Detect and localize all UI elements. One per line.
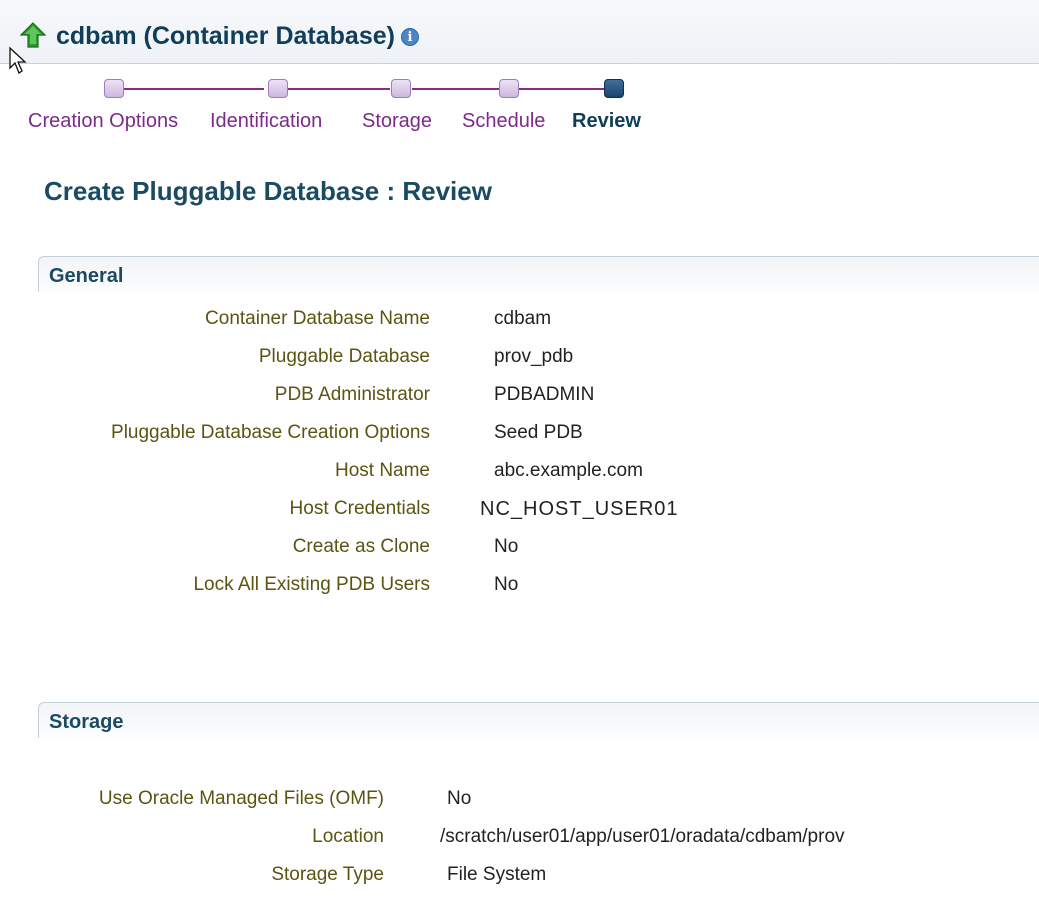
train-stop-review (604, 79, 624, 98)
train-stop-schedule[interactable] (499, 79, 519, 98)
header-bar: cdbam (Container Database) i (0, 0, 1039, 64)
field-label: Host Credentials (289, 498, 430, 519)
up-arrow-icon[interactable] (20, 22, 46, 48)
info-icon[interactable]: i (400, 28, 419, 47)
field-label: Location (312, 826, 384, 847)
storage-section-header: Storage (38, 702, 1039, 738)
field-value: NC_HOST_USER01 (480, 498, 679, 520)
page-header-title: cdbam (Container Database) (56, 22, 395, 50)
train-stop-identification[interactable] (268, 79, 288, 98)
train-connector (518, 88, 604, 90)
storage-section-title: Storage (49, 711, 124, 733)
page-header: cdbam (Container Database) i (56, 22, 419, 51)
train-current-review: Review (572, 110, 641, 132)
field-label: Host Name (334, 460, 430, 481)
field-value: No (494, 574, 519, 595)
field-value: prov_pdb (494, 346, 574, 367)
train-stop-storage[interactable] (391, 79, 411, 98)
field-label: Create as Clone (292, 536, 430, 557)
train-link-creation-options[interactable]: Creation Options (28, 110, 178, 133)
train-connector (124, 88, 264, 90)
field-label: Container Database Name (205, 308, 430, 329)
train-link-storage[interactable]: Storage (362, 110, 432, 133)
field-label: Pluggable Database Creation Options (111, 422, 430, 443)
train-connector (288, 88, 390, 90)
train-link-schedule[interactable]: Schedule (462, 110, 545, 133)
train-connector (412, 88, 500, 90)
field-value: Seed PDB (494, 422, 583, 443)
field-label: PDB Administrator (274, 384, 430, 405)
general-section-header: General (38, 256, 1039, 292)
field-value: PDBADMIN (494, 384, 595, 405)
field-value: File System (447, 864, 547, 885)
field-value: /scratch/user01/app/user01/oradata/cdbam… (440, 826, 845, 847)
general-section-title: General (49, 265, 124, 287)
field-label: Pluggable Database (258, 346, 430, 367)
page-title: Create Pluggable Database : Review (44, 176, 492, 206)
train-link-identification[interactable]: Identification (210, 110, 322, 133)
field-value: cdbam (494, 308, 552, 329)
wizard-train: Creation Options Identification Storage … (0, 72, 700, 142)
field-label: Use Oracle Managed Files (OMF) (98, 788, 384, 809)
field-label: Storage Type (271, 864, 384, 885)
field-label: Lock All Existing PDB Users (193, 574, 430, 595)
field-value: abc.example.com (494, 460, 643, 481)
train-stop-creation-options[interactable] (104, 79, 124, 98)
field-value: No (494, 536, 519, 557)
field-value: No (447, 788, 472, 809)
